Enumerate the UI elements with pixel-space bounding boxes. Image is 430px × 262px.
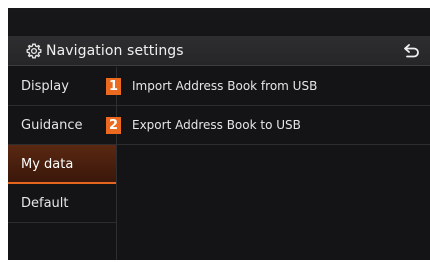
sidebar-item-label: Display [21,79,69,94]
gear-icon [26,43,42,59]
navigation-settings-screen: Navigation settings Display Guidance My … [8,8,430,260]
sidebar-item-label: Guidance [21,118,83,133]
import-address-book-item[interactable]: Import Address Book from USB [117,67,430,106]
my-data-options-list: Import Address Book from USB Export Addr… [117,67,430,260]
list-item-label: Import Address Book from USB [132,79,318,93]
sidebar-menu: Display Guidance My data Default [8,67,116,260]
sidebar-item-my-data[interactable]: My data [8,145,116,184]
status-bar [8,8,430,36]
sidebar-item-guidance[interactable]: Guidance [8,106,116,145]
sidebar-item-default[interactable]: Default [8,184,116,223]
page-title: Navigation settings [46,43,184,59]
export-address-book-item[interactable]: Export Address Book to USB [117,106,430,145]
list-item-label: Export Address Book to USB [132,118,301,132]
callout-badge-2: 2 [106,117,121,134]
header-bar: Navigation settings [8,36,430,66]
sidebar-item-label: Default [21,196,69,211]
callout-badge-1: 1 [106,78,121,95]
back-button[interactable] [400,42,424,60]
back-arrow-icon [404,44,419,58]
sidebar-item-display[interactable]: Display [8,67,116,106]
sidebar-item-label: My data [21,157,74,172]
